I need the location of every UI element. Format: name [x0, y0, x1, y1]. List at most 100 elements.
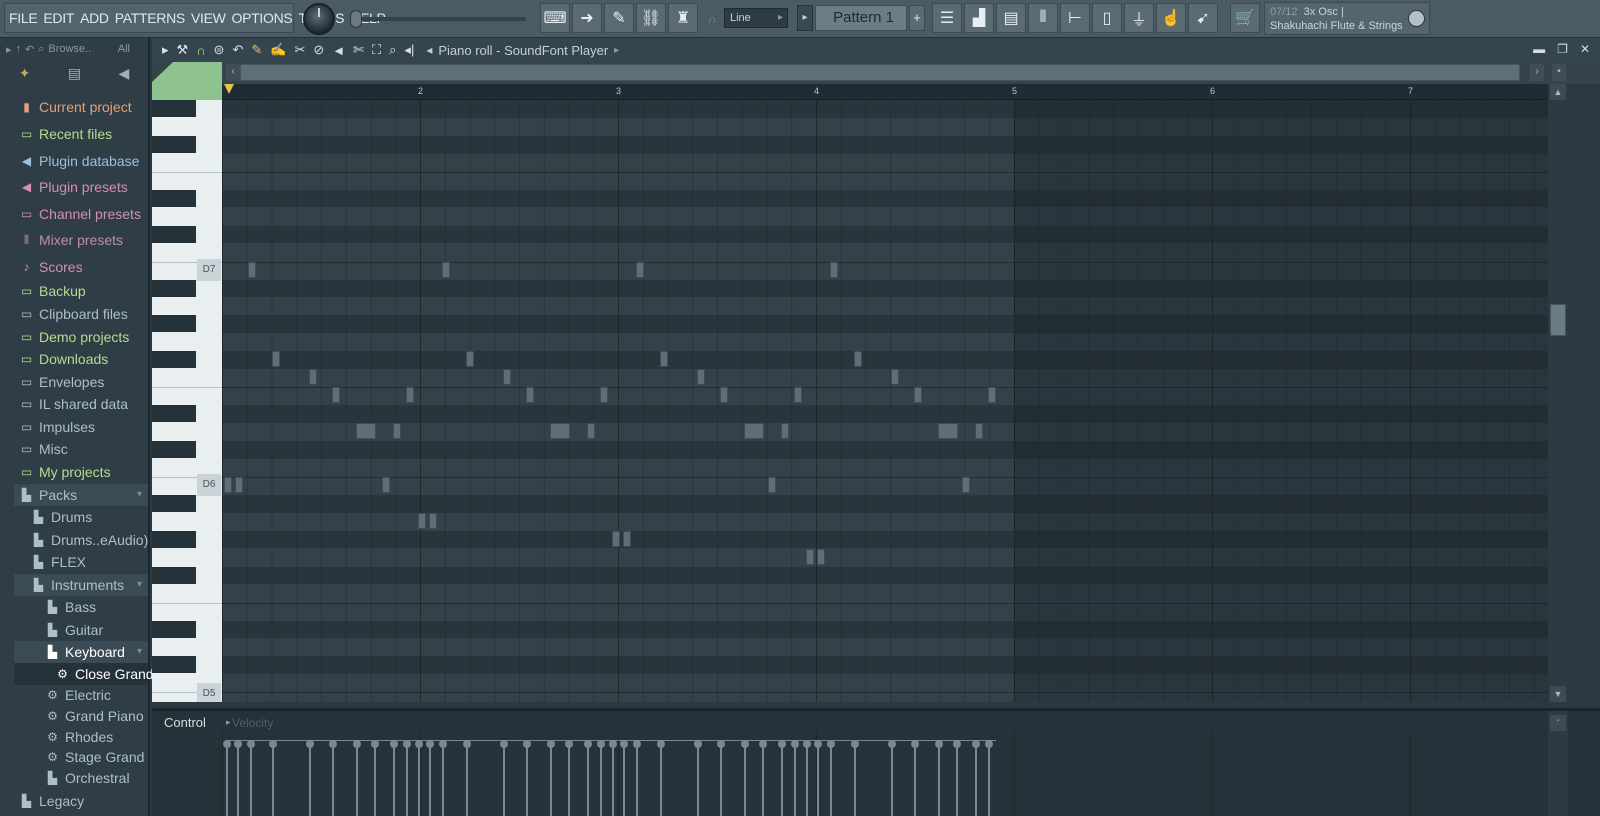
- project-info-button[interactable]: ▯: [1092, 3, 1122, 33]
- velocity-bar[interactable]: [717, 740, 725, 816]
- browser-item[interactable]: ▙ FLEX: [32, 551, 86, 573]
- black-key[interactable]: [152, 566, 196, 584]
- pattern-selector[interactable]: Pattern 1: [815, 5, 907, 31]
- note[interactable]: [587, 423, 595, 440]
- black-key[interactable]: [152, 135, 196, 153]
- velocity-bar[interactable]: [657, 740, 665, 816]
- note[interactable]: [429, 512, 437, 529]
- select-icon[interactable]: ⛶: [372, 42, 381, 58]
- velocity-bar[interactable]: [500, 740, 508, 816]
- velocity-bar[interactable]: [985, 740, 993, 816]
- black-key[interactable]: [152, 441, 196, 459]
- mixer-button[interactable]: ⫴: [1028, 3, 1058, 33]
- velocity-bar[interactable]: [827, 740, 835, 816]
- black-key[interactable]: [152, 315, 196, 333]
- delete-tool-icon[interactable]: ✂: [294, 42, 305, 58]
- browser-item[interactable]: ▙ Packs: [20, 484, 77, 506]
- black-key[interactable]: [152, 405, 196, 423]
- menu-options[interactable]: OPTIONS: [232, 10, 293, 26]
- song-position-marker[interactable]: [224, 84, 234, 94]
- velocity-bar[interactable]: [620, 740, 628, 816]
- zoom-icon[interactable]: ⌕: [389, 42, 396, 58]
- note-grid[interactable]: [222, 100, 1548, 702]
- velocity-bar[interactable]: [353, 740, 361, 816]
- browser-item[interactable]: ⚙ Close Grand: [56, 663, 153, 685]
- velocity-bar[interactable]: [694, 740, 702, 816]
- note[interactable]: [600, 387, 608, 404]
- velocity-bar[interactable]: [463, 740, 471, 816]
- expand-arrow-icon[interactable]: ▾: [137, 646, 142, 657]
- menu-edit[interactable]: EDIT: [43, 10, 74, 26]
- browser-item[interactable]: ▮ Current project: [20, 96, 131, 118]
- velocity-bar[interactable]: [935, 740, 943, 816]
- pattern-selector-arrow[interactable]: ▸: [797, 5, 813, 31]
- expand-arrow-icon[interactable]: ▾: [137, 489, 142, 500]
- browse-label[interactable]: Browse..: [48, 43, 113, 55]
- vertical-scroll-thumb[interactable]: [1550, 304, 1566, 336]
- note[interactable]: [248, 261, 256, 278]
- piano-keyboard[interactable]: D7 D6 D5: [152, 100, 222, 702]
- play-small-icon[interactable]: ▸: [6, 43, 12, 56]
- close-icon[interactable]: ✕: [1580, 42, 1590, 56]
- note[interactable]: [224, 476, 232, 493]
- playlist-button[interactable]: ☰: [932, 3, 962, 33]
- black-key[interactable]: [152, 656, 196, 674]
- velocity-bar[interactable]: [888, 740, 896, 816]
- tab-project-icon[interactable]: ▤: [68, 65, 81, 82]
- menu-view[interactable]: VIEW: [191, 10, 226, 26]
- velocity-bar[interactable]: [851, 740, 859, 816]
- black-key[interactable]: [152, 189, 196, 207]
- note[interactable]: [854, 351, 862, 368]
- black-key[interactable]: [152, 351, 196, 369]
- menu-patterns[interactable]: PATTERNS: [115, 10, 186, 26]
- wrench-icon[interactable]: ⚒: [177, 42, 189, 58]
- note[interactable]: [697, 369, 705, 386]
- browser-item[interactable]: ▭ Misc: [20, 438, 68, 460]
- horizontal-scrollbar[interactable]: [240, 64, 1520, 81]
- step-edit-button[interactable]: ➜: [572, 3, 602, 33]
- velocity-bar[interactable]: [911, 740, 919, 816]
- magnet-snap-icon[interactable]: ∩: [196, 43, 205, 58]
- note[interactable]: [720, 387, 728, 404]
- velocity-bar[interactable]: [791, 740, 799, 816]
- globe-icon[interactable]: [1408, 10, 1425, 27]
- piano-roll-button[interactable]: ▟: [964, 3, 994, 33]
- velocity-bar[interactable]: [329, 740, 337, 816]
- tab-all-icon[interactable]: ✦: [19, 65, 31, 82]
- browser-item[interactable]: ⚙ Electric: [46, 684, 111, 706]
- pencil-icon[interactable]: ✎: [251, 42, 262, 58]
- browser-item[interactable]: ⚙ Rhodes: [46, 726, 113, 748]
- browser-item[interactable]: ▙ Legacy: [20, 790, 84, 812]
- snap-select[interactable]: Line: [724, 8, 788, 28]
- metronome-button[interactable]: ♜: [668, 3, 698, 33]
- velocity-bar[interactable]: [609, 740, 617, 816]
- back-icon[interactable]: ↶: [25, 43, 34, 56]
- note[interactable]: [503, 369, 511, 386]
- velocity-bar[interactable]: [439, 740, 447, 816]
- velocity-bar[interactable]: [234, 740, 242, 816]
- note[interactable]: [636, 261, 644, 278]
- browser-item[interactable]: ▙ Instruments: [32, 574, 124, 596]
- velocity-bar[interactable]: [565, 740, 573, 816]
- menu-add[interactable]: ADD: [80, 10, 109, 26]
- expand-arrow-icon[interactable]: ▾: [137, 579, 142, 590]
- add-pattern-button[interactable]: +: [909, 5, 925, 31]
- note[interactable]: [988, 387, 996, 404]
- note[interactable]: [235, 476, 243, 493]
- velocity-lane[interactable]: [222, 731, 1548, 816]
- note[interactable]: [526, 387, 534, 404]
- filter-label[interactable]: All: [118, 43, 148, 55]
- note[interactable]: [744, 423, 764, 440]
- slip-tool-icon[interactable]: ◄: [332, 43, 345, 58]
- browser-item[interactable]: ▙ Drums: [32, 506, 92, 528]
- time-ruler[interactable]: 2 3 4 5 6 7: [222, 84, 1548, 100]
- vertical-scrollbar[interactable]: ▲ ▼: [1548, 84, 1568, 702]
- playback-icon[interactable]: ◂|: [404, 42, 414, 58]
- note[interactable]: [781, 423, 789, 440]
- control-arrow-icon[interactable]: ▸: [226, 717, 231, 728]
- black-key[interactable]: [152, 225, 196, 243]
- browser-item[interactable]: ⫴ Mixer presets: [20, 229, 123, 251]
- browser-item[interactable]: ▭ IL shared data: [20, 393, 128, 415]
- speaker-icon[interactable]: ◂: [426, 43, 432, 57]
- channel-rack-button[interactable]: ▤: [996, 3, 1026, 33]
